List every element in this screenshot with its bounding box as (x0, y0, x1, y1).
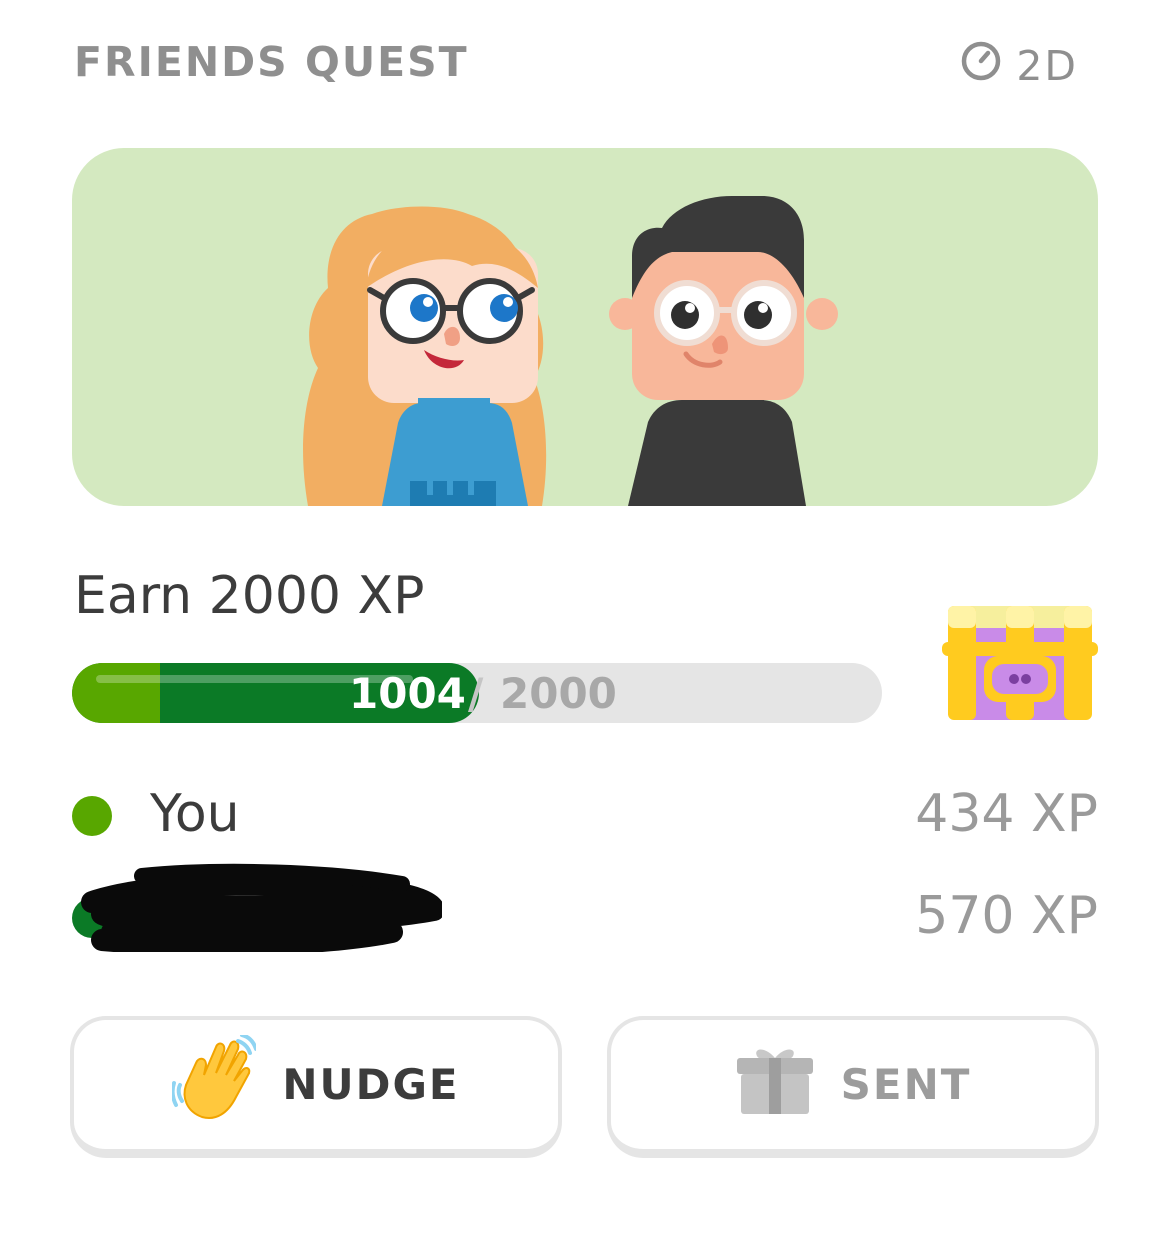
quest-banner (72, 148, 1098, 506)
nudge-label: NUDGE (282, 1060, 460, 1109)
quest-progress-bar: 1004 / 2000 (72, 663, 882, 723)
member-color-dot (72, 796, 112, 836)
man-glasses-avatar (609, 196, 838, 506)
timer-icon (960, 40, 1002, 92)
member-row-you: You 434 XP (72, 780, 1098, 850)
progress-separator: / (468, 668, 484, 718)
quest-goal: Earn 2000 XP (74, 566, 425, 626)
redacted-name-scribble (72, 862, 445, 956)
member-xp: 570 XP (915, 886, 1098, 946)
time-remaining: 2D (960, 40, 1078, 92)
nudge-button[interactable]: NUDGE (70, 1016, 562, 1158)
member-name: You (150, 784, 240, 844)
member-xp: 434 XP (915, 784, 1098, 844)
waving-hand-icon (171, 1032, 259, 1135)
woman-glasses-avatar (303, 206, 547, 506)
progress-total: 2000 (500, 668, 617, 718)
progress-label: 1004 / 2000 (72, 663, 882, 723)
progress-current: 1004 (349, 668, 466, 718)
gift-icon (735, 1044, 815, 1126)
treasure-chest-icon[interactable] (940, 600, 1100, 730)
sent-button[interactable]: SENT (607, 1016, 1099, 1158)
sent-label: SENT (840, 1060, 972, 1109)
time-remaining-label: 2D (1016, 42, 1078, 90)
quest-title: FRIENDS QUEST (74, 38, 469, 86)
